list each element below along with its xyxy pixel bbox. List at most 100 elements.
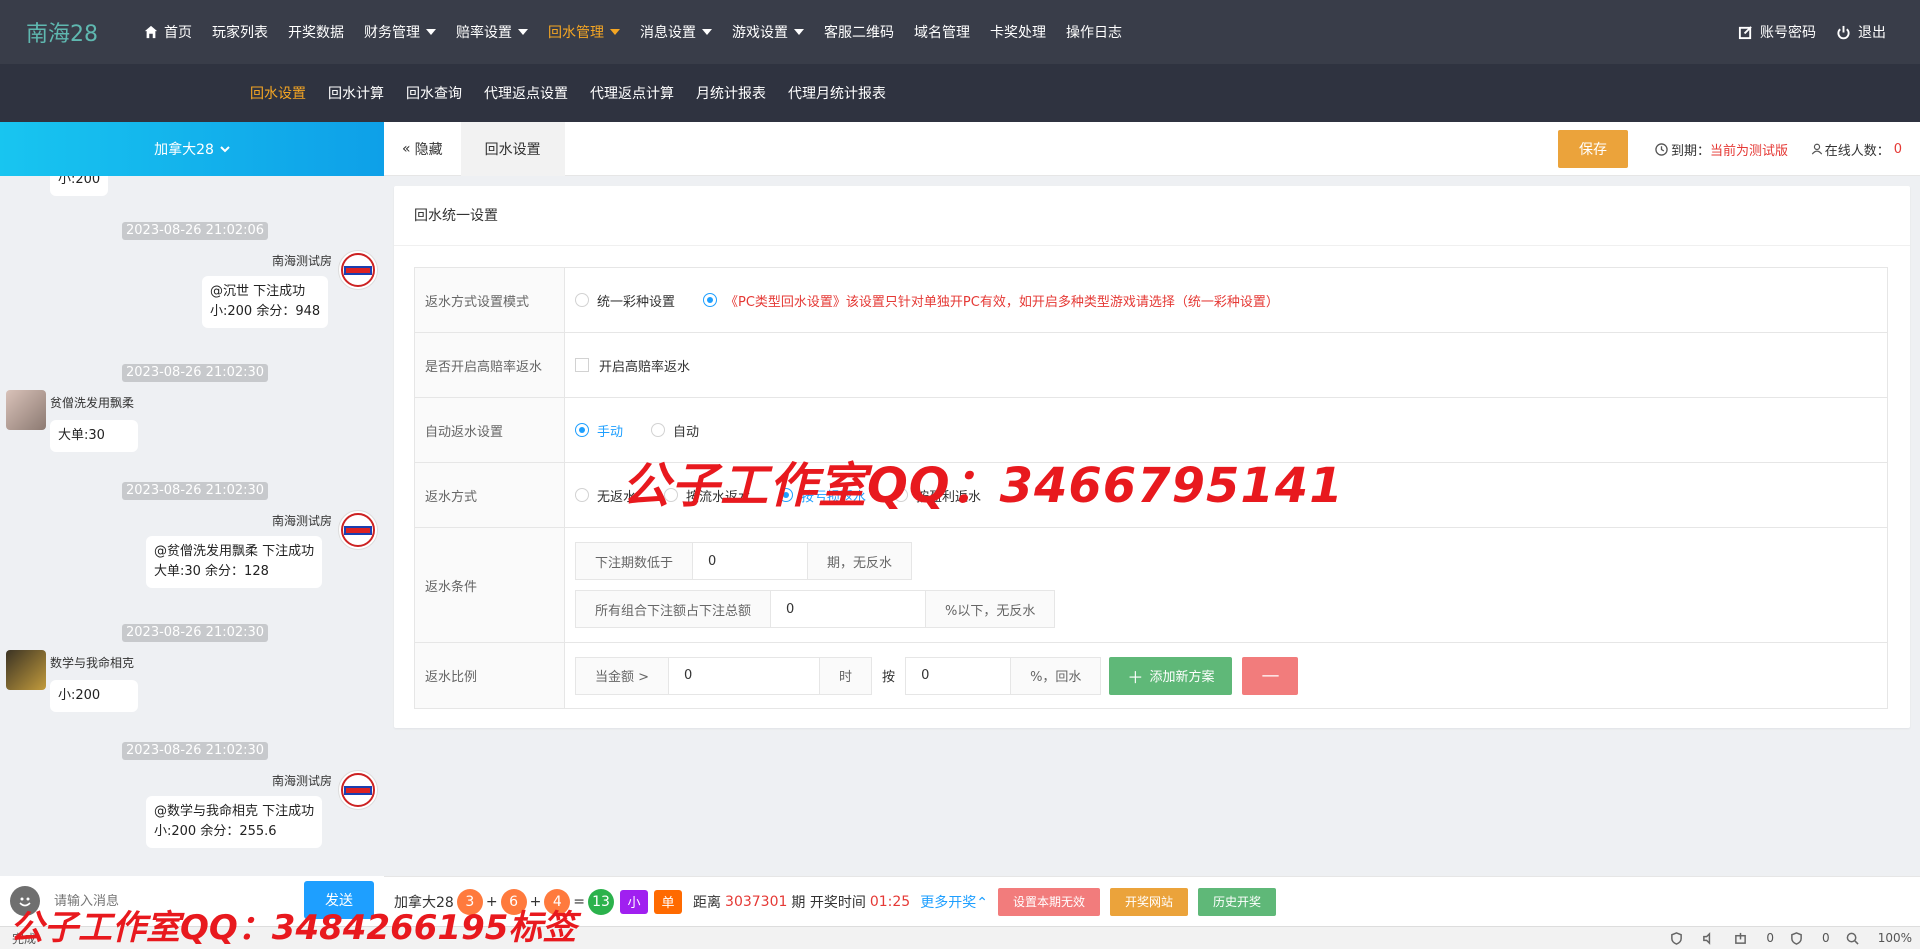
block-icon[interactable]: 0 bbox=[1790, 931, 1830, 945]
chat-text: 小:200 余分：255.6 bbox=[154, 824, 277, 839]
edit-icon bbox=[1738, 25, 1752, 39]
status-count: 0 bbox=[1822, 931, 1830, 945]
nav-label: 赔率设置 bbox=[456, 25, 512, 41]
radio-circle bbox=[651, 423, 666, 437]
expire-value: 当前为测试版 bbox=[1709, 143, 1788, 159]
zoom-icon[interactable]: 100% bbox=[1846, 931, 1912, 945]
nav-draw-data[interactable]: 开奖数据 bbox=[278, 0, 354, 64]
chevron-down-icon bbox=[518, 29, 528, 35]
nav-odds[interactable]: 赔率设置 bbox=[446, 0, 538, 64]
nav-messages[interactable]: 消息设置 bbox=[630, 0, 722, 64]
draw-sum-ball: 13 bbox=[588, 888, 615, 915]
nav-rebate[interactable]: 回水管理 bbox=[538, 0, 630, 64]
result-tag-odd: 单 bbox=[654, 889, 683, 914]
download-icon[interactable]: 0 bbox=[1734, 931, 1774, 945]
chat-bubble: 小:200 bbox=[50, 680, 138, 712]
radio-pc-type[interactable]: 《PC类型回水设置》该设置只针对单独开PC有效，如开启多种类型游戏请选择（统一彩… bbox=[703, 291, 1279, 310]
radio-unified[interactable]: 统一彩种设置 bbox=[575, 291, 675, 310]
period-number: 3037301 bbox=[725, 893, 788, 910]
double-chevron-up-icon: ⌃ bbox=[976, 894, 988, 911]
plus-icon: ＋ bbox=[1127, 667, 1144, 687]
add-plan-button[interactable]: ＋ 添加新方案 bbox=[1109, 656, 1233, 695]
draw-status-bar: 加拿大28 3 + 6 + 4 = 13 小 单 距离 3037301 期 开奖… bbox=[384, 876, 1920, 926]
nav-players[interactable]: 玩家列表 bbox=[202, 0, 278, 64]
result-tag-small: 小 bbox=[620, 889, 649, 914]
chat-room-selector[interactable]: 加拿大28 bbox=[0, 122, 384, 176]
chat-sender: 南海测试房 bbox=[271, 254, 332, 268]
subnav-agent-monthly-report[interactable]: 代理月统计报表 bbox=[778, 64, 896, 122]
subnav-agent-calc[interactable]: 代理返点计算 bbox=[580, 64, 684, 122]
nav-home[interactable]: 首页 bbox=[134, 0, 202, 64]
form-label: 是否开启高赔率返水 bbox=[415, 333, 565, 397]
tab-rebate-settings[interactable]: 回水设置 bbox=[460, 121, 565, 176]
condition-periods-group: 下注期数低于 期，无反水 bbox=[575, 542, 913, 580]
more-draws-link[interactable]: 更多开奖⌃ bbox=[920, 892, 988, 912]
form-value: 当金额 > 时 按 %，回水 ＋ 添加新方案 — bbox=[565, 643, 1887, 708]
hide-sidebar-button[interactable]: « 隐藏 bbox=[384, 122, 461, 176]
sub-navigation: 回水设置 回水计算 回水查询 代理返点设置 代理返点计算 月统计报表 代理月统计… bbox=[0, 64, 1920, 122]
by-label: 按 bbox=[882, 670, 896, 685]
min-periods-input[interactable] bbox=[693, 543, 808, 579]
brand-logo[interactable]: 南海28 bbox=[0, 16, 120, 48]
chat-timestamp: 2023-08-26 21:02:30 bbox=[122, 742, 269, 760]
speaker-icon[interactable] bbox=[1702, 931, 1718, 945]
logout-link[interactable]: 退出 bbox=[1826, 0, 1896, 64]
subnav-rebate-query[interactable]: 回水查询 bbox=[396, 64, 472, 122]
clock-icon bbox=[1655, 142, 1668, 156]
radio-auto[interactable]: 自动 bbox=[651, 421, 699, 440]
online-value: 0 bbox=[1893, 141, 1902, 157]
chat-timestamp: 2023-08-26 21:02:30 bbox=[122, 624, 269, 642]
shield-icon[interactable] bbox=[1670, 931, 1686, 945]
status-icons: 0 0 100% bbox=[1654, 931, 1920, 945]
invalidate-period-button[interactable]: 设置本期无效 bbox=[997, 887, 1100, 916]
zoom-level: 100% bbox=[1877, 931, 1912, 945]
subnav-rebate-calc[interactable]: 回水计算 bbox=[318, 64, 394, 122]
nav-finance[interactable]: 财务管理 bbox=[354, 0, 446, 64]
nav-service-qr[interactable]: 客服二维码 bbox=[814, 0, 904, 64]
countdown-time: 01:25 bbox=[869, 893, 911, 910]
amount-threshold-input[interactable] bbox=[669, 657, 820, 694]
chat-sender: 南海测试房 bbox=[271, 514, 332, 528]
user-icon bbox=[1811, 143, 1822, 155]
nav-logs[interactable]: 操作日志 bbox=[1056, 0, 1132, 64]
nav-stuck-draw[interactable]: 卡奖处理 bbox=[980, 0, 1056, 64]
condition-ratio-group: 所有组合下注额占下注总额 %以下，无反水 bbox=[575, 590, 1056, 628]
radio-circle bbox=[703, 293, 718, 307]
save-button[interactable]: 保存 bbox=[1558, 130, 1628, 168]
status-count: 0 bbox=[1766, 931, 1775, 945]
chevron-down-icon bbox=[426, 29, 436, 35]
button-label: 添加新方案 bbox=[1149, 670, 1215, 685]
chat-timestamp: 2023-08-26 21:02:06 bbox=[122, 222, 269, 240]
history-draws-button[interactable]: 历史开奖 bbox=[1197, 887, 1276, 916]
radio-circle bbox=[575, 488, 589, 502]
checkbox-high-odds[interactable]: 开启高赔率返水 bbox=[575, 356, 690, 375]
chat-text: 大单:30 余分：128 bbox=[154, 564, 269, 579]
radio-label: 手动 bbox=[597, 424, 624, 440]
input-suffix: 期，无反水 bbox=[807, 543, 912, 579]
nav-game-settings[interactable]: 游戏设置 bbox=[722, 0, 814, 64]
subnav-monthly-report[interactable]: 月统计报表 bbox=[686, 64, 776, 122]
draw-website-button[interactable]: 开奖网站 bbox=[1109, 887, 1188, 916]
nav-domain[interactable]: 域名管理 bbox=[904, 0, 980, 64]
input-suffix: %，回水 bbox=[1010, 657, 1101, 694]
checkbox-label: 开启高赔率返水 bbox=[599, 359, 691, 375]
chevron-down-icon bbox=[220, 146, 230, 153]
remove-plan-button[interactable]: — bbox=[1242, 656, 1299, 695]
subnav-rebate-settings[interactable]: 回水设置 bbox=[240, 64, 316, 122]
form-label: 自动返水设置 bbox=[415, 398, 565, 462]
combo-ratio-input[interactable] bbox=[771, 591, 926, 627]
power-icon bbox=[1837, 25, 1850, 39]
rebate-percent-input[interactable] bbox=[906, 657, 1011, 694]
radio-circle bbox=[575, 423, 589, 437]
account-password-link[interactable]: 账号密码 bbox=[1728, 0, 1826, 64]
room-logo-avatar bbox=[338, 510, 378, 550]
chat-text: 小:200 余分：948 bbox=[210, 304, 321, 319]
radio-manual[interactable]: 手动 bbox=[575, 421, 623, 440]
top-navigation: 南海28 首页 玩家列表 开奖数据 财务管理 赔率设置 回水管理 消息设置 游戏… bbox=[0, 0, 1920, 64]
chat-messages[interactable]: 小:200 2023-08-26 21:02:06 南海测试房 @沉世 下注成功… bbox=[0, 176, 384, 876]
subnav-agent-settings[interactable]: 代理返点设置 bbox=[474, 64, 578, 122]
home-icon bbox=[144, 25, 158, 39]
form-value: 开启高赔率返水 bbox=[565, 333, 1887, 397]
chat-text: @贫僧洗发用飘柔 下注成功 bbox=[154, 544, 315, 559]
ratio-percent-group: %，回水 bbox=[905, 656, 1102, 695]
